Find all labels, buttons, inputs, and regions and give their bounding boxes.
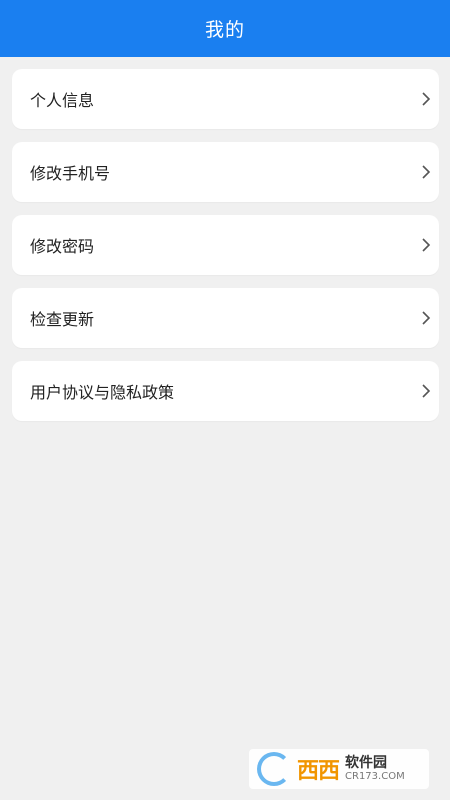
chevron-right-icon [419,91,433,107]
menu-item-agreement-privacy[interactable]: 用户协议与隐私政策 [12,361,439,421]
menu-item-label: 修改密码 [30,237,95,256]
watermark-c-icon [257,752,291,786]
chevron-right-icon [419,310,433,326]
watermark-brand: 西西 [297,759,340,784]
watermark-logo: 西西 软件园 CR173.COM [249,749,429,789]
watermark-soft: 软件园 [345,755,388,771]
chevron-right-icon [419,383,433,399]
menu-item-personal-info[interactable]: 个人信息 [12,69,439,129]
menu-item-change-password[interactable]: 修改密码 [12,215,439,275]
page-title: 我的 [204,19,245,41]
app-header: 我的 [0,0,450,57]
menu-item-label: 用户协议与隐私政策 [30,383,175,402]
menu-item-label: 修改手机号 [30,164,111,183]
settings-menu: 个人信息 修改手机号 修改密码 检查更新 用户协议与隐私政策 [12,69,439,434]
menu-item-label: 个人信息 [30,91,95,110]
watermark-right: 软件园 CR173.COM [345,756,405,782]
chevron-right-icon [419,237,433,253]
watermark-site: CR173.COM [345,771,405,782]
menu-item-change-phone[interactable]: 修改手机号 [12,142,439,202]
menu-item-label: 检查更新 [30,310,95,329]
menu-item-check-update[interactable]: 检查更新 [12,288,439,348]
chevron-right-icon [419,164,433,180]
